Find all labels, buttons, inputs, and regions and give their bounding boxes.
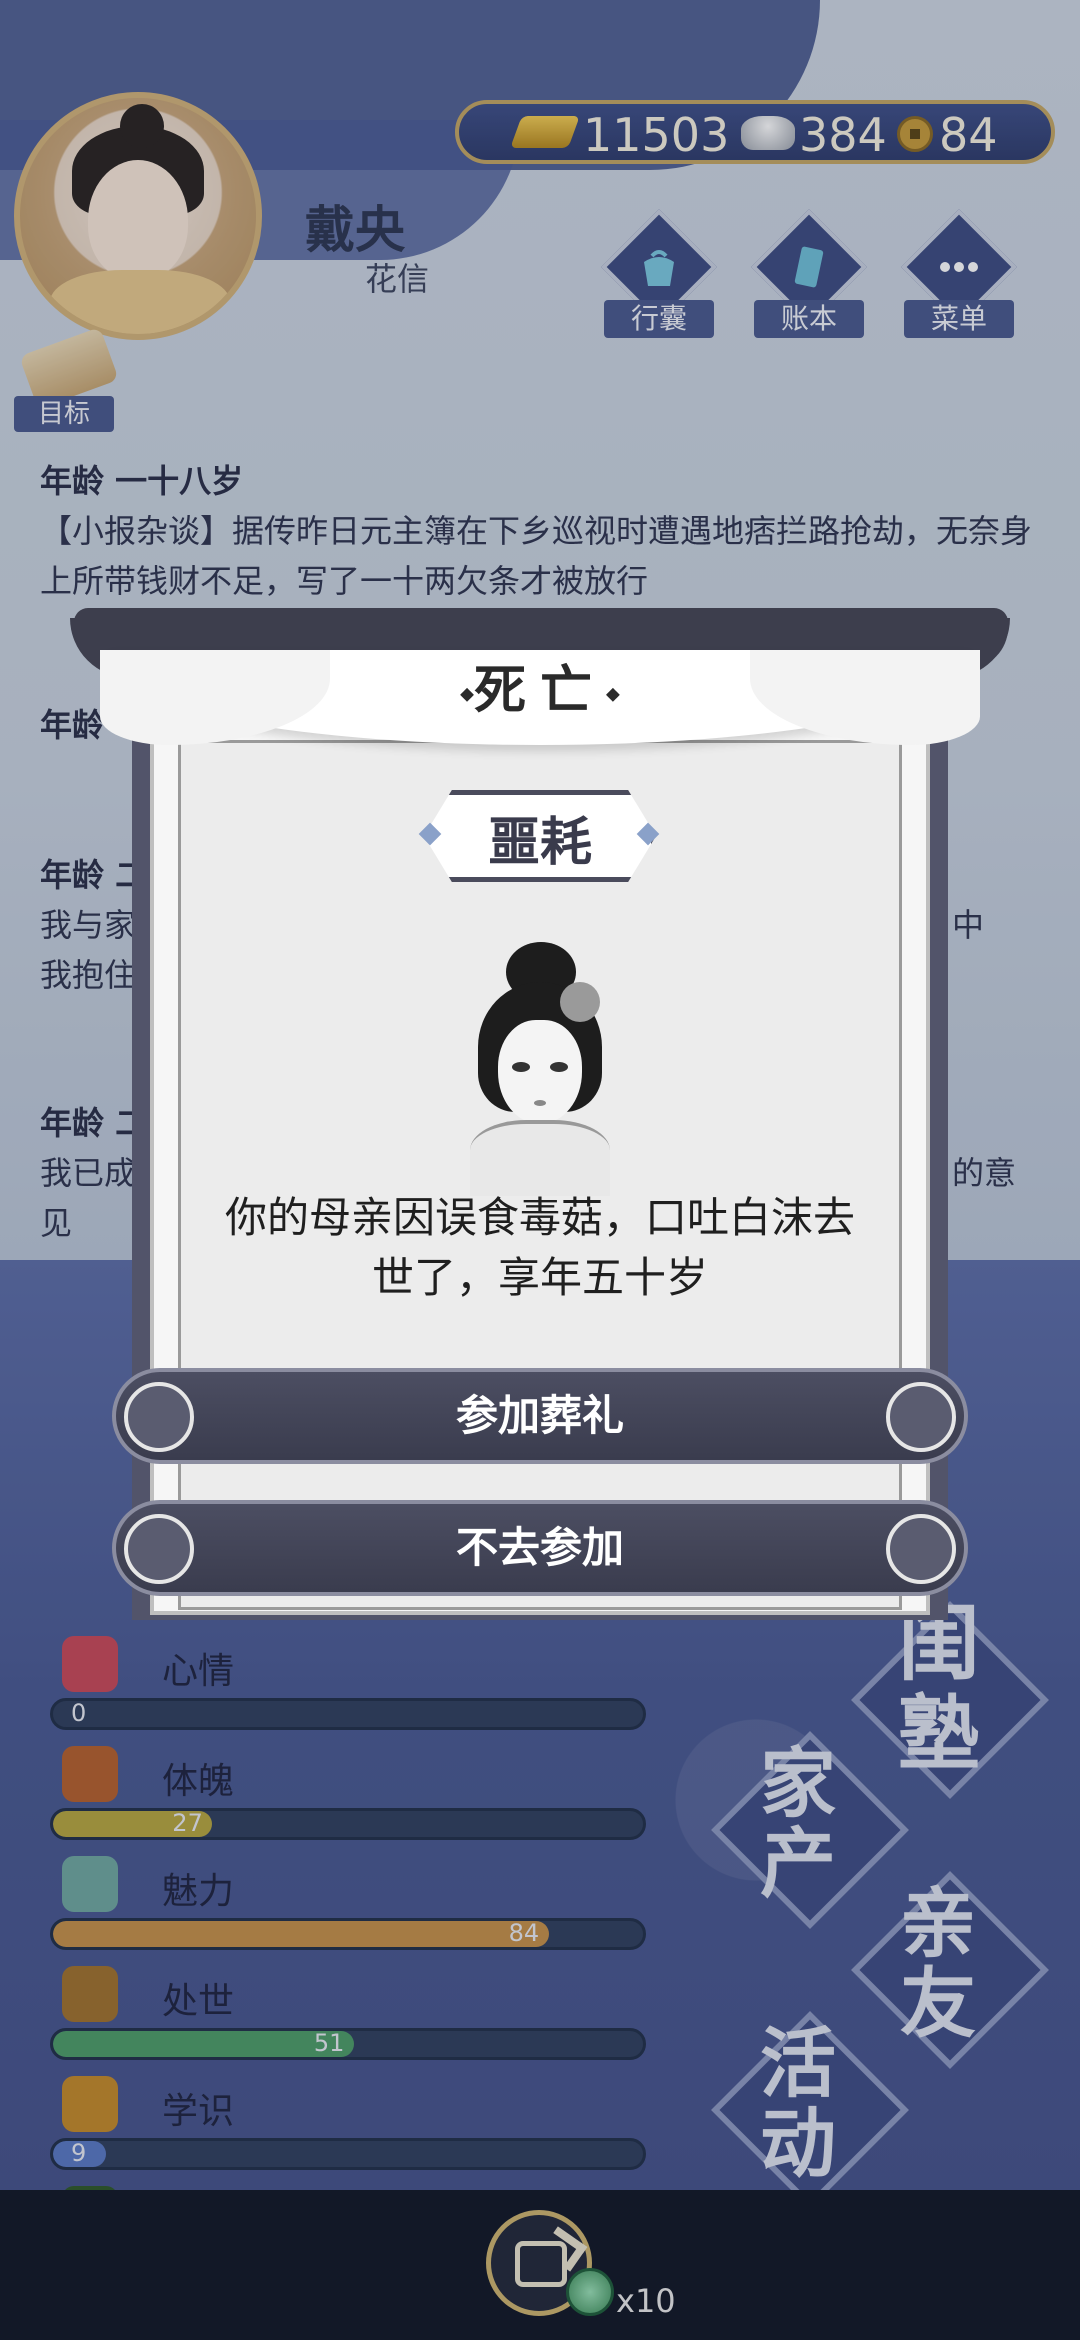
portrait-eye [550,1062,568,1072]
attend-funeral-button[interactable]: 参加葬礼 [112,1368,968,1464]
modal-message: 你的母亲因误食毒菇，口吐白沫去 世了，享年五十岁 [190,1188,890,1308]
cloud-ornament-left-icon [124,1382,194,1452]
attend-funeral-label: 参加葬礼 [455,1391,624,1440]
portrait-robe [470,1120,610,1196]
modal-message-line1: 你的母亲因误食毒菇，口吐白沫去 [224,1193,855,1242]
cloud-ornament-right-icon [886,1382,956,1452]
modal-message-line2: 世了，享年五十岁 [371,1253,708,1302]
badge-text: 噩耗 [487,813,592,873]
hair-flower-icon [560,982,600,1022]
skip-funeral-button[interactable]: 不去参加 [112,1500,968,1596]
modal-title: ◆死亡◆ [390,648,690,723]
portrait-lips [534,1100,546,1106]
mother-portrait [460,942,620,1196]
title-dot-right-icon: ◆ [606,683,620,705]
news-badge: 噩耗 [418,790,660,882]
title-dot-left-icon: ◆ [460,683,474,705]
skip-funeral-label: 不去参加 [455,1523,624,1572]
cloud-ornament-right-icon [886,1514,956,1584]
cloud-ornament-left-icon [124,1514,194,1584]
portrait-face [498,1020,582,1124]
modal-title-text: 死亡 [473,661,606,721]
portrait-eye [512,1062,530,1072]
